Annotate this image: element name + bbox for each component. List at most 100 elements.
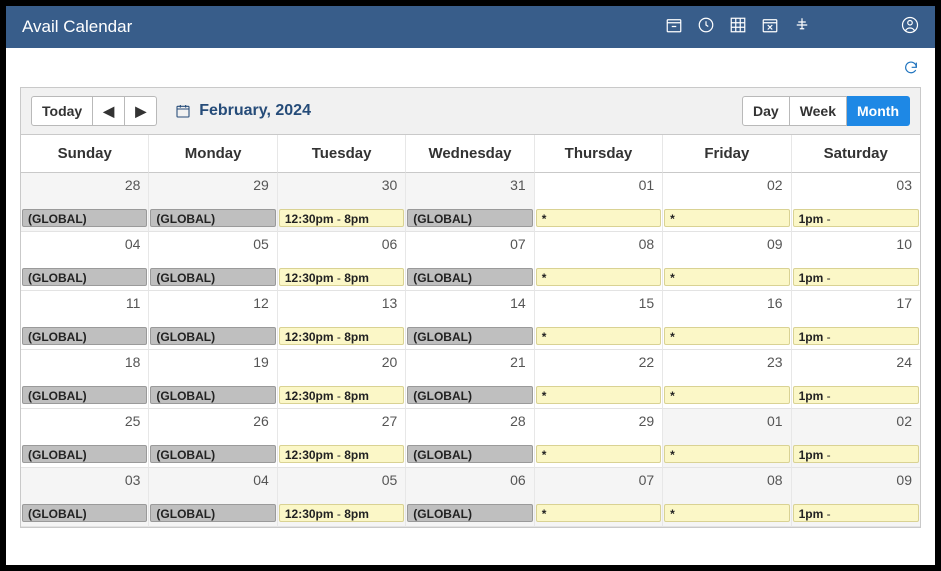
calendar-day-cell[interactable]: 23* bbox=[663, 350, 791, 409]
calendar-event[interactable]: (GLOBAL) bbox=[150, 268, 275, 286]
calendar-event[interactable]: 12:30pm - 8pm bbox=[279, 504, 404, 522]
view-week-button[interactable]: Week bbox=[790, 96, 847, 126]
calendar-event[interactable]: (GLOBAL) bbox=[150, 445, 275, 463]
calendar-day-cell[interactable]: 19(GLOBAL) bbox=[149, 350, 277, 409]
calendar-event[interactable]: 12:30pm - 8pm bbox=[279, 386, 404, 404]
calendar-day-cell[interactable]: 101pm - bbox=[792, 232, 920, 291]
calendar-event[interactable]: * bbox=[664, 327, 789, 345]
calendar-event[interactable]: (GLOBAL) bbox=[407, 386, 532, 404]
calendar-x-icon[interactable] bbox=[761, 16, 779, 39]
calendar-day-cell[interactable]: 12(GLOBAL) bbox=[149, 291, 277, 350]
calendar-event[interactable]: (GLOBAL) bbox=[150, 209, 275, 227]
calendar-event[interactable]: 1pm - bbox=[793, 268, 919, 286]
calendar-event[interactable]: 1pm - bbox=[793, 386, 919, 404]
calendar-event[interactable]: 1pm - bbox=[793, 504, 919, 522]
calendar-day-cell[interactable]: 11(GLOBAL) bbox=[21, 291, 149, 350]
calendar-day-cell[interactable]: 29(GLOBAL) bbox=[149, 173, 277, 232]
calendar-event[interactable]: (GLOBAL) bbox=[407, 268, 532, 286]
calendar-day-cell[interactable]: 01* bbox=[663, 409, 791, 468]
calendar-day-cell[interactable]: 15* bbox=[535, 291, 663, 350]
calendar-day-cell[interactable]: 26(GLOBAL) bbox=[149, 409, 277, 468]
calendar-event[interactable]: 12:30pm - 8pm bbox=[279, 209, 404, 227]
calendar-event[interactable]: * bbox=[536, 327, 661, 345]
user-menu[interactable] bbox=[901, 16, 919, 39]
calendar-day-cell[interactable]: 04(GLOBAL) bbox=[21, 232, 149, 291]
calendar-day-cell[interactable]: 04(GLOBAL) bbox=[149, 468, 277, 527]
calendar-event[interactable]: (GLOBAL) bbox=[22, 268, 147, 286]
calendar-day-cell[interactable]: 0512:30pm - 8pm bbox=[278, 468, 406, 527]
calendar-day-cell[interactable]: 28(GLOBAL) bbox=[406, 409, 534, 468]
calendar-day-cell[interactable]: 14(GLOBAL) bbox=[406, 291, 534, 350]
calendar-day-cell[interactable]: 31(GLOBAL) bbox=[406, 173, 534, 232]
calendar-event[interactable]: * bbox=[536, 445, 661, 463]
calendar-day-cell[interactable]: 0612:30pm - 8pm bbox=[278, 232, 406, 291]
calendar-day-cell[interactable]: 08* bbox=[535, 232, 663, 291]
next-button[interactable]: ▶ bbox=[125, 96, 157, 126]
calendar-event[interactable]: (GLOBAL) bbox=[407, 445, 532, 463]
calendar-day-cell[interactable]: 1312:30pm - 8pm bbox=[278, 291, 406, 350]
calendar-event[interactable]: (GLOBAL) bbox=[150, 504, 275, 522]
calendar-day-cell[interactable]: 28(GLOBAL) bbox=[21, 173, 149, 232]
calendar-event[interactable]: (GLOBAL) bbox=[407, 504, 532, 522]
calendar-day-cell[interactable]: 07(GLOBAL) bbox=[406, 232, 534, 291]
day-number: 22 bbox=[639, 354, 655, 370]
calendar-event[interactable]: (GLOBAL) bbox=[22, 386, 147, 404]
calendar-event[interactable]: 12:30pm - 8pm bbox=[279, 327, 404, 345]
calendar-event[interactable]: (GLOBAL) bbox=[150, 386, 275, 404]
calendar-day-cell[interactable]: 171pm - bbox=[792, 291, 920, 350]
calendar-event[interactable]: * bbox=[664, 386, 789, 404]
calendar-event[interactable]: * bbox=[664, 504, 789, 522]
calendar-day-cell[interactable]: 29* bbox=[535, 409, 663, 468]
calendar-day-cell[interactable]: 25(GLOBAL) bbox=[21, 409, 149, 468]
view-month-button[interactable]: Month bbox=[847, 96, 910, 126]
calendar-event[interactable]: 1pm - bbox=[793, 445, 919, 463]
calendar-event[interactable]: * bbox=[536, 209, 661, 227]
calendar-day-cell[interactable]: 07* bbox=[535, 468, 663, 527]
calendar-event[interactable]: * bbox=[536, 268, 661, 286]
calendar-event[interactable]: 12:30pm - 8pm bbox=[279, 268, 404, 286]
calendar-day-cell[interactable]: 02* bbox=[663, 173, 791, 232]
refresh-icon[interactable] bbox=[903, 60, 919, 81]
calendar-event[interactable]: * bbox=[536, 504, 661, 522]
calendar-day-cell[interactable]: 031pm - bbox=[792, 173, 920, 232]
calendar-event[interactable]: (GLOBAL) bbox=[22, 445, 147, 463]
calendar-day-cell[interactable]: 091pm - bbox=[792, 468, 920, 527]
calendar-day-cell[interactable]: 16* bbox=[663, 291, 791, 350]
prev-button[interactable]: ◀ bbox=[93, 96, 125, 126]
calendar-day-cell[interactable]: 3012:30pm - 8pm bbox=[278, 173, 406, 232]
view-day-button[interactable]: Day bbox=[742, 96, 790, 126]
calendar-day-cell[interactable]: 021pm - bbox=[792, 409, 920, 468]
calendar-event[interactable]: (GLOBAL) bbox=[407, 327, 532, 345]
calendar-event[interactable]: (GLOBAL) bbox=[22, 209, 147, 227]
calendar-day-cell[interactable]: 2012:30pm - 8pm bbox=[278, 350, 406, 409]
calendar-day-cell[interactable]: 09* bbox=[663, 232, 791, 291]
calendar-day-cell[interactable]: 22 * bbox=[535, 350, 663, 409]
calendar-event[interactable]: (GLOBAL) bbox=[150, 327, 275, 345]
calendar-day-cell[interactable]: 08* bbox=[663, 468, 791, 527]
calendar-day-cell[interactable]: 03(GLOBAL) bbox=[21, 468, 149, 527]
calendar-day-cell[interactable]: 18(GLOBAL) bbox=[21, 350, 149, 409]
calendar-day-cell[interactable]: 2712:30pm - 8pm bbox=[278, 409, 406, 468]
period-label[interactable]: February, 2024 bbox=[175, 102, 311, 120]
calendar-event[interactable]: (GLOBAL) bbox=[22, 327, 147, 345]
calendar-event[interactable]: * bbox=[664, 209, 789, 227]
grid-icon[interactable] bbox=[729, 16, 747, 39]
calendar-event[interactable]: * bbox=[664, 268, 789, 286]
calendar-day-cell[interactable]: 05(GLOBAL) bbox=[149, 232, 277, 291]
calendar-event[interactable]: * bbox=[664, 445, 789, 463]
calendar-event[interactable]: (GLOBAL) bbox=[407, 209, 532, 227]
topbar: Avail Calendar bbox=[6, 6, 935, 48]
calendar-day-cell[interactable]: 06(GLOBAL) bbox=[406, 468, 534, 527]
clock-icon[interactable] bbox=[697, 16, 715, 39]
calendar-event[interactable]: (GLOBAL) bbox=[22, 504, 147, 522]
share-icon[interactable] bbox=[793, 16, 811, 39]
calendar-minus-icon[interactable] bbox=[665, 16, 683, 39]
calendar-day-cell[interactable]: 21(GLOBAL) bbox=[406, 350, 534, 409]
calendar-day-cell[interactable]: 241pm - bbox=[792, 350, 920, 409]
calendar-event[interactable]: 1pm - bbox=[793, 209, 919, 227]
calendar-event[interactable]: 12:30pm - 8pm bbox=[279, 445, 404, 463]
calendar-event[interactable]: * bbox=[536, 386, 661, 404]
calendar-event[interactable]: 1pm - bbox=[793, 327, 919, 345]
today-button[interactable]: Today bbox=[31, 96, 93, 126]
calendar-day-cell[interactable]: 01* bbox=[535, 173, 663, 232]
